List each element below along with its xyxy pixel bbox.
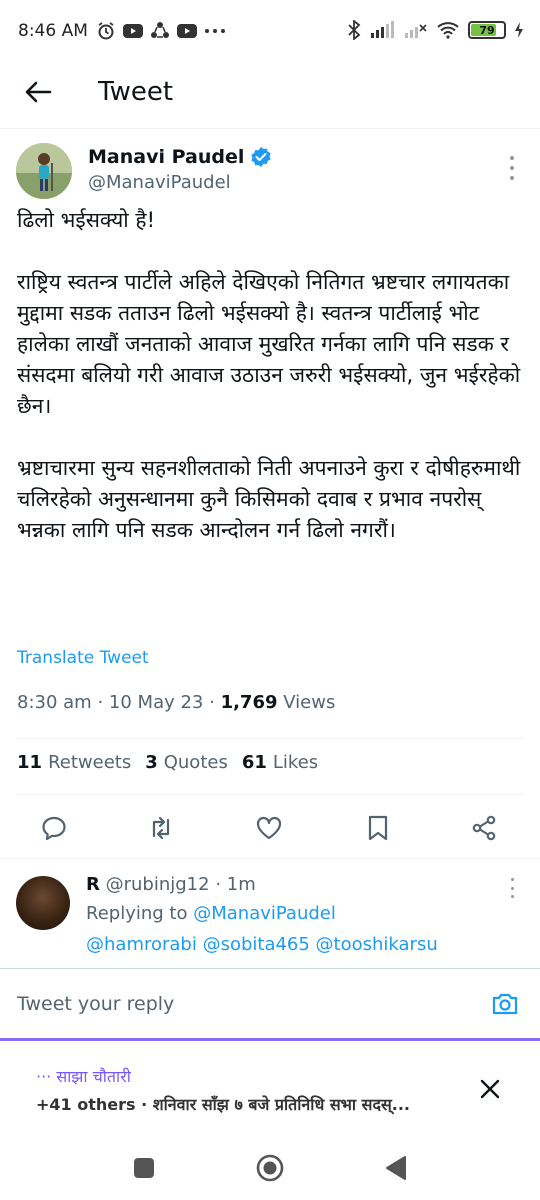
- recycle-icon: [150, 22, 169, 38]
- bluetooth-icon: [348, 20, 361, 40]
- status-system-icons: 79: [346, 20, 524, 40]
- reply-header: R @rubinjg12 · 1m: [86, 874, 256, 895]
- share-icon[interactable]: [470, 814, 498, 842]
- camera-icon[interactable]: [490, 989, 520, 1019]
- more-dot-icon: [510, 166, 514, 170]
- quotes-stat[interactable]: 3 Quotes: [145, 752, 228, 773]
- retweet-icon[interactable]: [147, 814, 175, 842]
- more-dot-icon: [510, 886, 514, 890]
- views-count: 1,769: [220, 692, 278, 713]
- likes-stat[interactable]: 61 Likes: [242, 752, 318, 773]
- tweet-time: 8:30 am: [17, 692, 92, 713]
- close-icon[interactable]: [478, 1077, 502, 1101]
- tweet-stats: 11 Retweets 3 Quotes 61 Likes: [17, 752, 318, 773]
- reply-author-handle[interactable]: @rubinjg12: [106, 874, 210, 895]
- more-dot-icon: [510, 176, 514, 180]
- recents-button[interactable]: [134, 1158, 154, 1178]
- battery-indicator: 79: [468, 21, 506, 39]
- status-notification-icons: [96, 21, 226, 41]
- divider: [17, 738, 523, 739]
- page-title: Tweet: [98, 77, 174, 107]
- battery-level-text: 79: [479, 23, 495, 37]
- replying-to-handle[interactable]: @ManaviPaudel: [193, 903, 336, 924]
- author-handle[interactable]: @ManaviPaudel: [88, 172, 231, 193]
- signal-icon: [371, 21, 394, 38]
- reply-avatar[interactable]: [16, 876, 70, 930]
- spaces-subtitle: +41 others · शनिवार साँझ ७ बजे प्रतिनिधि…: [36, 1095, 410, 1114]
- retweets-stat[interactable]: 11 Retweets: [17, 752, 131, 773]
- header-divider: [0, 128, 540, 129]
- retweets-count: 11: [17, 752, 43, 773]
- meta-separator: ·: [97, 692, 109, 713]
- tweet-paragraph: भ्रष्टाचारमा सुन्य सहनशीलताको निती अपनाउ…: [17, 456, 521, 542]
- more-dot-icon: [510, 878, 514, 881]
- reply-input[interactable]: Tweet your reply: [17, 993, 174, 1015]
- like-heart-icon[interactable]: [255, 814, 283, 842]
- reply-mentions[interactable]: @hamrorabi @sobita465 @tooshikarsu: [86, 934, 526, 966]
- reply-more-button[interactable]: [506, 878, 518, 898]
- more-dot-icon: [510, 156, 514, 160]
- reply-composer[interactable]: Tweet your reply: [0, 968, 540, 1038]
- avatar-image: [16, 143, 72, 199]
- author-name-text: Manavi Paudel: [88, 146, 245, 168]
- spaces-title: ··· साझा चौतारी: [36, 1067, 131, 1086]
- translate-tweet-link[interactable]: Translate Tweet: [17, 648, 149, 668]
- author-name[interactable]: Manavi Paudel: [88, 146, 272, 168]
- quotes-count: 3: [145, 752, 158, 773]
- tweet-actions: [0, 808, 540, 848]
- spaces-bar[interactable]: ··· साझा चौतारी +41 others · शनिवार साँझ…: [0, 1038, 540, 1134]
- status-bar: 8:46 AM 79: [0, 0, 540, 62]
- more-notifications-icon: [204, 29, 225, 33]
- quotes-label: Quotes: [163, 752, 228, 773]
- youtube-icon: [122, 24, 143, 38]
- top-app-bar: Tweet: [0, 62, 540, 122]
- status-time: 8:46 AM: [18, 21, 88, 41]
- divider: [17, 794, 523, 795]
- reply-author-name[interactable]: R: [86, 874, 100, 895]
- retweets-label: Retweets: [48, 752, 132, 773]
- views-label: Views: [283, 692, 336, 713]
- more-dot-icon: [510, 895, 514, 898]
- youtube-icon-2: [176, 24, 197, 38]
- divider: [0, 858, 540, 859]
- system-nav-bar: [0, 1134, 540, 1200]
- home-button[interactable]: [256, 1154, 284, 1182]
- wifi-icon: [437, 22, 459, 39]
- charging-icon: [515, 22, 523, 38]
- likes-label: Likes: [272, 752, 319, 773]
- alarm-icon: [98, 22, 114, 40]
- reply-icon[interactable]: [40, 814, 68, 842]
- back-arrow-icon: [25, 81, 52, 103]
- back-button[interactable]: [18, 72, 58, 112]
- meta-separator: ·: [215, 874, 227, 895]
- signal-no-service-icon: [405, 24, 427, 38]
- bookmark-icon[interactable]: [364, 814, 392, 842]
- replying-to: Replying to @ManaviPaudel: [86, 903, 336, 924]
- tweet-more-button[interactable]: [506, 156, 518, 180]
- reply-time: 1m: [226, 874, 256, 895]
- author-avatar[interactable]: [16, 143, 72, 199]
- replying-to-label: Replying to: [86, 903, 188, 924]
- tweet-meta: 8:30 am · 10 May 23 · 1,769 Views: [17, 692, 335, 713]
- tweet-text: ढिलो भईसक्यो है! राष्ट्रिय स्वतन्त्र पार…: [17, 205, 527, 546]
- tweet-paragraph: ढिलो भईसक्यो है!: [17, 208, 155, 232]
- tweet-date: 10 May 23: [108, 692, 204, 713]
- back-triangle-icon[interactable]: [385, 1155, 407, 1181]
- likes-count: 61: [241, 752, 267, 773]
- tweet-paragraph: राष्ट्रिय स्वतन्त्र पार्टीले अहिले देखिए…: [17, 270, 521, 418]
- verified-badge-icon: [251, 147, 271, 167]
- meta-separator: ·: [209, 692, 221, 713]
